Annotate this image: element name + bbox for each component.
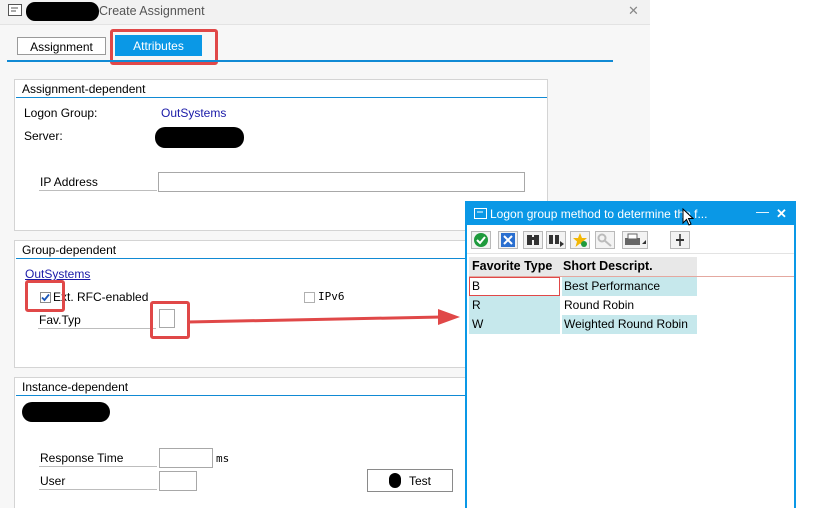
ipv6-label: IPv6 xyxy=(318,290,345,303)
check-icon[interactable] xyxy=(471,231,491,249)
mouse-cursor-icon xyxy=(682,208,694,226)
column-header-short-descript[interactable]: Short Descript. xyxy=(563,259,653,273)
popup-title: Logon group method to determine the f... xyxy=(490,207,708,221)
window-icon xyxy=(474,208,487,222)
server-label: Server: xyxy=(24,129,63,143)
ext-rfc-label: Ext. RFC-enabled xyxy=(53,290,149,304)
row-desc: Round Robin xyxy=(564,298,635,312)
popup-toolbar xyxy=(467,227,794,254)
user-input[interactable] xyxy=(159,471,197,491)
table-header: Favorite Type Short Descript. xyxy=(469,257,697,276)
annotation-highlight-checkbox xyxy=(25,280,65,312)
popup-titlebar: Logon group method to determine the f...… xyxy=(467,203,794,226)
redacted-server xyxy=(155,127,244,148)
row-desc: Weighted Round Robin xyxy=(564,317,688,331)
response-time-input[interactable] xyxy=(159,448,213,468)
ip-address-label: IP Address xyxy=(40,175,98,189)
tabstrip-rule xyxy=(7,60,613,62)
user-label: User xyxy=(40,474,66,488)
ipv6-checkbox[interactable] xyxy=(304,292,315,303)
add-favorite-icon[interactable] xyxy=(570,231,590,249)
test-button-label: Test xyxy=(409,474,432,488)
response-time-label: Response Time xyxy=(40,451,124,465)
minimize-icon[interactable]: — xyxy=(756,204,769,219)
logon-group-value: OutSystems xyxy=(161,106,227,120)
group-title: Assignment-dependent xyxy=(22,82,146,96)
table-row[interactable]: W Weighted Round Robin xyxy=(469,315,697,334)
user-underline xyxy=(39,489,157,490)
dialog-titlebar: Create Assignment ✕ xyxy=(0,0,650,25)
annotation-arrow xyxy=(187,309,460,325)
print-icon[interactable] xyxy=(622,231,648,249)
close-icon[interactable]: ✕ xyxy=(628,3,639,19)
ip-address-input[interactable] xyxy=(158,172,525,192)
fav-typ-underline xyxy=(38,328,156,329)
ip-label-underline xyxy=(39,190,157,191)
row-type: R xyxy=(472,298,481,312)
response-time-underline xyxy=(39,466,157,467)
logon-method-popup: Logon group method to determine the f...… xyxy=(465,201,796,508)
dialog-title: Create Assignment xyxy=(99,4,205,18)
redacted-system-id xyxy=(26,2,99,21)
row-type: B xyxy=(472,279,481,293)
group-title: Group-dependent xyxy=(22,243,117,257)
redacted-instance xyxy=(22,402,110,422)
close-icon[interactable]: ✕ xyxy=(776,206,787,222)
row-desc: Best Performance xyxy=(564,279,661,293)
row-bg xyxy=(469,296,560,315)
test-icon xyxy=(389,473,401,488)
annotation-highlight-favtyp xyxy=(150,301,190,339)
binoculars-next-icon[interactable] xyxy=(546,231,566,249)
group-title: Instance-dependent xyxy=(22,380,129,394)
fav-typ-label: Fav.Typ xyxy=(39,313,81,327)
group-name-link[interactable]: OutSystems xyxy=(25,267,90,281)
binoculars-icon[interactable] xyxy=(523,231,543,249)
logon-group-label: Logon Group: xyxy=(24,106,98,120)
response-time-unit: ms xyxy=(216,452,230,465)
table-row[interactable]: B Best Performance xyxy=(469,277,697,296)
group-rule xyxy=(16,97,547,98)
row-type: W xyxy=(472,317,484,331)
key-icon[interactable] xyxy=(595,231,615,249)
window-icon xyxy=(8,4,22,19)
tab-assignment[interactable]: Assignment xyxy=(17,37,106,55)
pin-icon[interactable] xyxy=(670,231,690,249)
table-row[interactable]: R Round Robin xyxy=(469,296,697,315)
test-button[interactable]: Test xyxy=(367,469,453,492)
column-header-favorite-type[interactable]: Favorite Type xyxy=(472,259,552,273)
cancel-icon[interactable] xyxy=(498,231,518,249)
selected-cell xyxy=(469,277,560,296)
